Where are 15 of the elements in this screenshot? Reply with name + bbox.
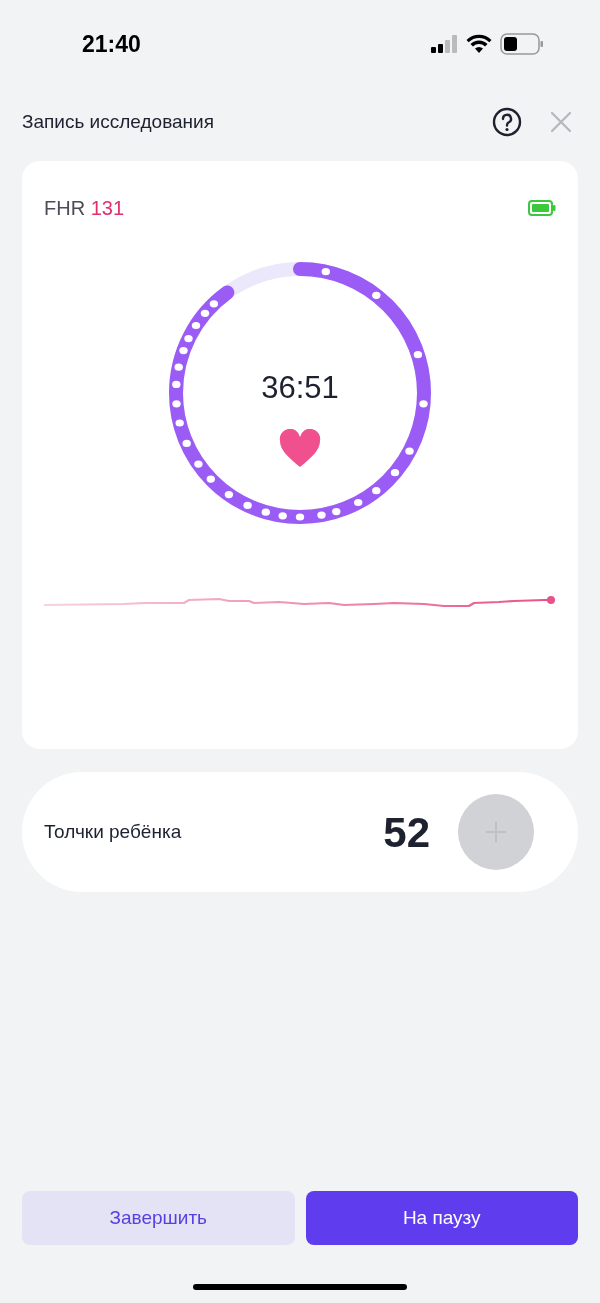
close-icon[interactable]	[550, 111, 572, 133]
heart-rate-reading: FHR 131	[44, 196, 125, 221]
finish-button[interactable]: Завершить	[22, 1191, 295, 1245]
wifi-icon	[466, 34, 492, 54]
help-icon[interactable]	[492, 107, 522, 137]
kicks-label: Толчки ребёнка	[44, 819, 183, 844]
signal-icon	[430, 34, 458, 54]
screen-title: Запись исследования	[22, 109, 214, 134]
battery-icon	[500, 33, 544, 55]
kicks-count: 52	[383, 807, 430, 858]
timer-text: 36:51	[260, 369, 340, 407]
battery-icon	[528, 200, 556, 216]
heart-icon	[278, 429, 322, 469]
pause-button[interactable]: На паузу	[305, 1191, 578, 1245]
status-time: 21:40	[82, 29, 141, 59]
